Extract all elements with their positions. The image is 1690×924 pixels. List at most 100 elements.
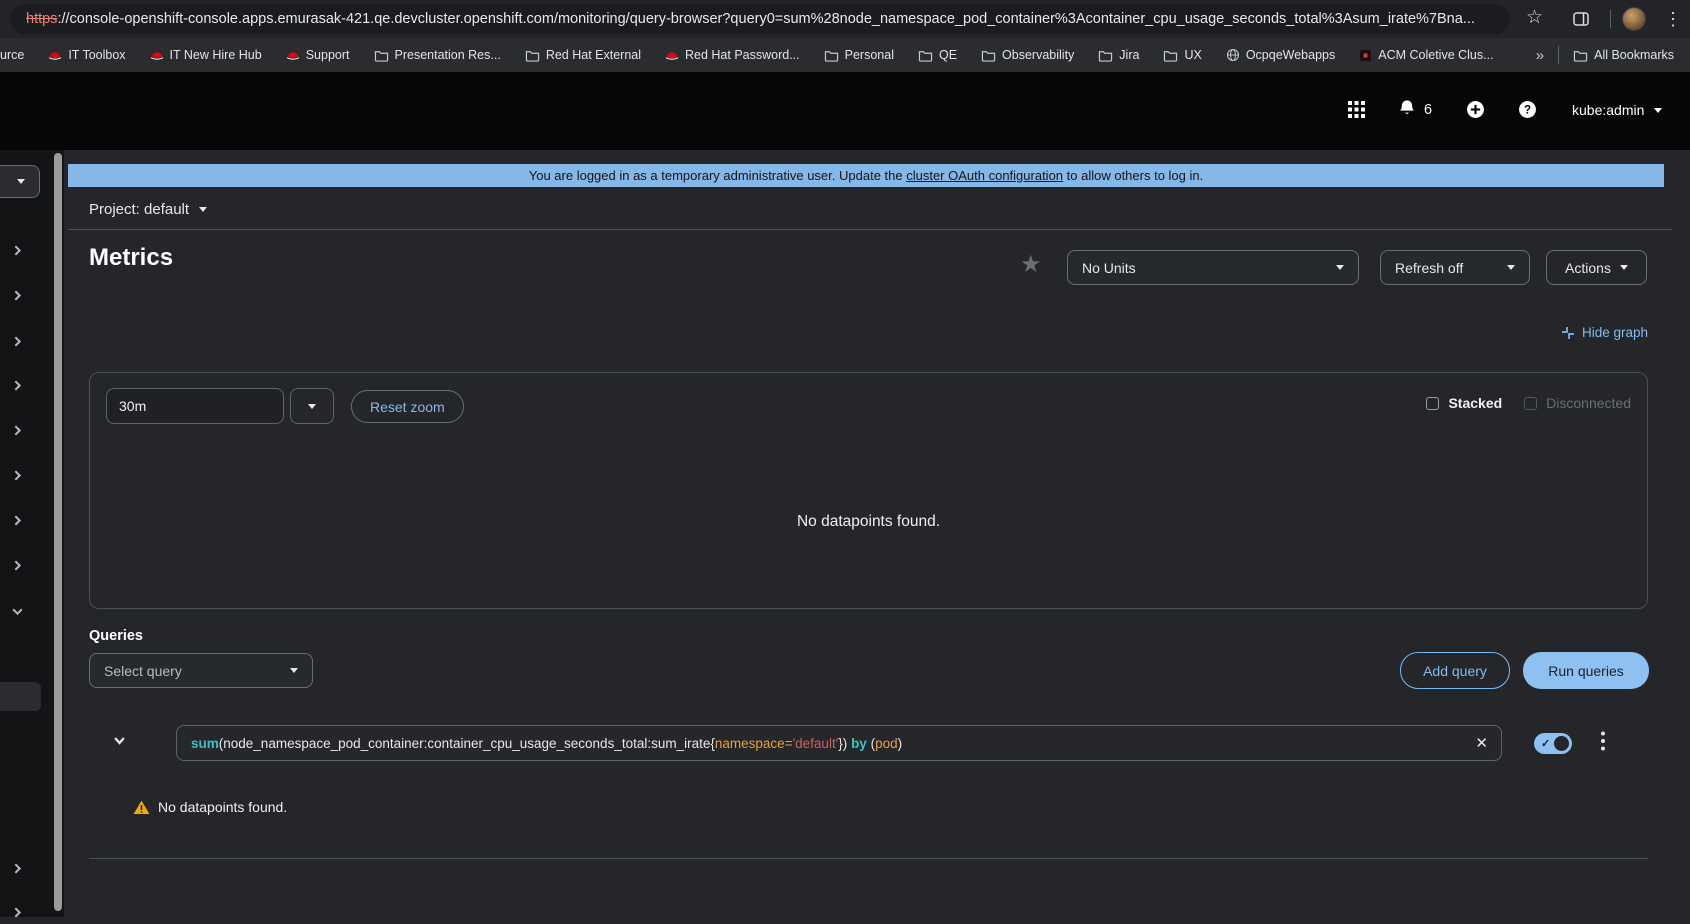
console-masthead: 6 ? kube:admin (0, 72, 1690, 150)
app-launcher-icon[interactable] (1348, 101, 1365, 118)
notification-count[interactable]: 6 (1424, 102, 1432, 118)
help-icon[interactable]: ? (1518, 100, 1537, 119)
queries-heading: Queries (89, 628, 143, 644)
nav-section-chevron-icon[interactable] (11, 862, 24, 880)
stacked-checkbox[interactable] (1426, 396, 1440, 410)
divider (68, 229, 1672, 230)
timespan-input[interactable] (106, 388, 284, 424)
expr-token: namespace (714, 735, 785, 751)
chevron-down-icon (199, 207, 208, 212)
cluster-oauth-link[interactable]: cluster OAuth configuration (906, 168, 1063, 183)
bookmarks-right-cluster: » All Bookmarks (1535, 38, 1690, 72)
nav-section-chevron-icon[interactable] (11, 379, 24, 397)
svg-text:?: ? (1524, 104, 1531, 117)
browser-menu-icon[interactable]: ⋮ (1664, 9, 1682, 30)
bookmark-item[interactable]: OcpqeWebapps (1226, 48, 1335, 62)
redhat-icon (150, 52, 163, 60)
actions-button[interactable]: Actions (1546, 250, 1647, 285)
notifications-bell-icon[interactable] (1398, 99, 1416, 118)
expr-token: pod (875, 735, 898, 751)
nav-section-chevron-icon[interactable] (11, 559, 24, 577)
query-no-data-warning: No datapoints found. (133, 799, 287, 815)
expr-token: ) (897, 735, 903, 751)
favorite-star-icon[interactable]: ★ (1020, 253, 1042, 277)
nav-active-item[interactable] (0, 682, 41, 711)
all-bookmarks-button[interactable]: All Bookmarks (1573, 48, 1674, 62)
chevron-down-icon (1619, 265, 1628, 270)
bookmark-folder[interactable]: QE (918, 48, 957, 62)
expr-token: ( (866, 735, 876, 751)
bookmark-folder[interactable]: Observability (981, 48, 1074, 62)
reset-zoom-button[interactable]: Reset zoom (351, 390, 464, 423)
stacked-checkbox-group[interactable]: Stacked (1426, 395, 1502, 411)
folder-icon (918, 50, 933, 62)
bookmark-item[interactable]: Red Hat Password... (665, 48, 800, 62)
divider (89, 858, 1648, 859)
bookmark-item[interactable]: IT Toolbox (48, 48, 126, 62)
bookmark-item[interactable]: IT New Hire Hub (150, 48, 262, 62)
clear-query-icon[interactable]: ✕ (1475, 734, 1488, 752)
nav-scrollbar-thumb[interactable] (54, 153, 62, 911)
globe-icon (1226, 48, 1239, 62)
refresh-select[interactable]: Refresh off (1380, 250, 1530, 285)
side-panel-icon[interactable] (1572, 10, 1590, 28)
url-scheme: https (26, 11, 58, 27)
hide-graph-link[interactable]: Hide graph (1561, 325, 1648, 340)
nav-section-chevron-icon[interactable] (11, 424, 24, 442)
bookmark-item[interactable]: ACM Coletive Clus... (1359, 48, 1494, 62)
graph-options: Stacked Disconnected (1426, 395, 1631, 411)
nav-section-chevron-icon[interactable] (11, 514, 24, 532)
nav-section-chevron-icon[interactable] (11, 906, 24, 924)
query-expand-chevron-icon[interactable] (112, 733, 127, 753)
folder-icon (374, 50, 388, 62)
disconnected-checkbox (1524, 396, 1538, 410)
folder-icon (1573, 50, 1588, 62)
nav-section-chevron-icon[interactable] (11, 469, 24, 487)
browser-profile-avatar[interactable] (1622, 7, 1646, 31)
bookmarks-overflow-chevron[interactable]: » (1536, 47, 1544, 64)
expr-token: node_namespace_pod_container:container_c… (223, 735, 711, 751)
bookmark-item[interactable]: Support (286, 48, 350, 62)
bookmark-star-icon[interactable]: ☆ (1526, 8, 1543, 27)
bookmark-folder[interactable]: Presentation Res... (374, 48, 501, 62)
bookmarks-divider (1558, 46, 1560, 64)
redhat-icon (49, 52, 62, 60)
nav-cut-dropdown[interactable] (0, 165, 40, 198)
bookmark-item[interactable]: urce (0, 48, 24, 62)
folder-icon (1099, 50, 1113, 62)
nav-section-chevron-icon[interactable] (11, 335, 24, 353)
redhat-icon (286, 52, 300, 60)
query-kebab-menu-icon[interactable] (1600, 730, 1606, 757)
chevron-down-icon (17, 179, 25, 184)
expr-token: = (784, 735, 793, 751)
nav-section-chevron-down-icon[interactable] (11, 605, 24, 623)
import-plus-icon[interactable] (1466, 100, 1485, 119)
nav-section-chevron-icon[interactable] (11, 289, 24, 307)
select-query-dropdown[interactable]: Select query (89, 653, 313, 688)
warning-triangle-icon (133, 800, 150, 814)
chevron-down-icon (1507, 265, 1515, 270)
temp-admin-banner: You are logged in as a temporary adminis… (68, 164, 1664, 187)
nav-section-chevron-icon[interactable] (11, 244, 24, 262)
bookmark-folder[interactable]: UX (1163, 48, 1202, 62)
timespan-dropdown-button[interactable] (290, 388, 334, 424)
query-expression-input[interactable]: sum (node_namespace_pod_container:contain… (176, 725, 1502, 761)
bookmark-folder[interactable]: Personal (824, 48, 894, 62)
check-icon: ✓ (1541, 738, 1551, 750)
bookmark-folder[interactable]: Jira (1098, 48, 1139, 62)
folder-icon (824, 50, 838, 62)
bookmark-folder[interactable]: Red Hat External (525, 48, 641, 62)
query-enabled-toggle[interactable]: ✓ (1534, 733, 1572, 754)
graph-panel: Reset zoom Stacked Disconnected No datap… (89, 372, 1648, 609)
run-queries-button[interactable]: Run queries (1523, 652, 1649, 689)
expr-token: by (851, 735, 867, 751)
add-query-button[interactable]: Add query (1400, 652, 1510, 689)
units-select[interactable]: No Units (1067, 250, 1359, 285)
expr-token: 'default' (792, 735, 839, 751)
user-menu[interactable]: kube:admin (1572, 102, 1663, 118)
folder-icon (1164, 50, 1178, 62)
chevron-down-icon (1336, 265, 1344, 270)
url-bar[interactable]: https://console-openshift-console.apps.e… (10, 4, 1510, 34)
chevron-down-icon (308, 403, 316, 409)
project-selector[interactable]: Project: default (89, 201, 208, 218)
